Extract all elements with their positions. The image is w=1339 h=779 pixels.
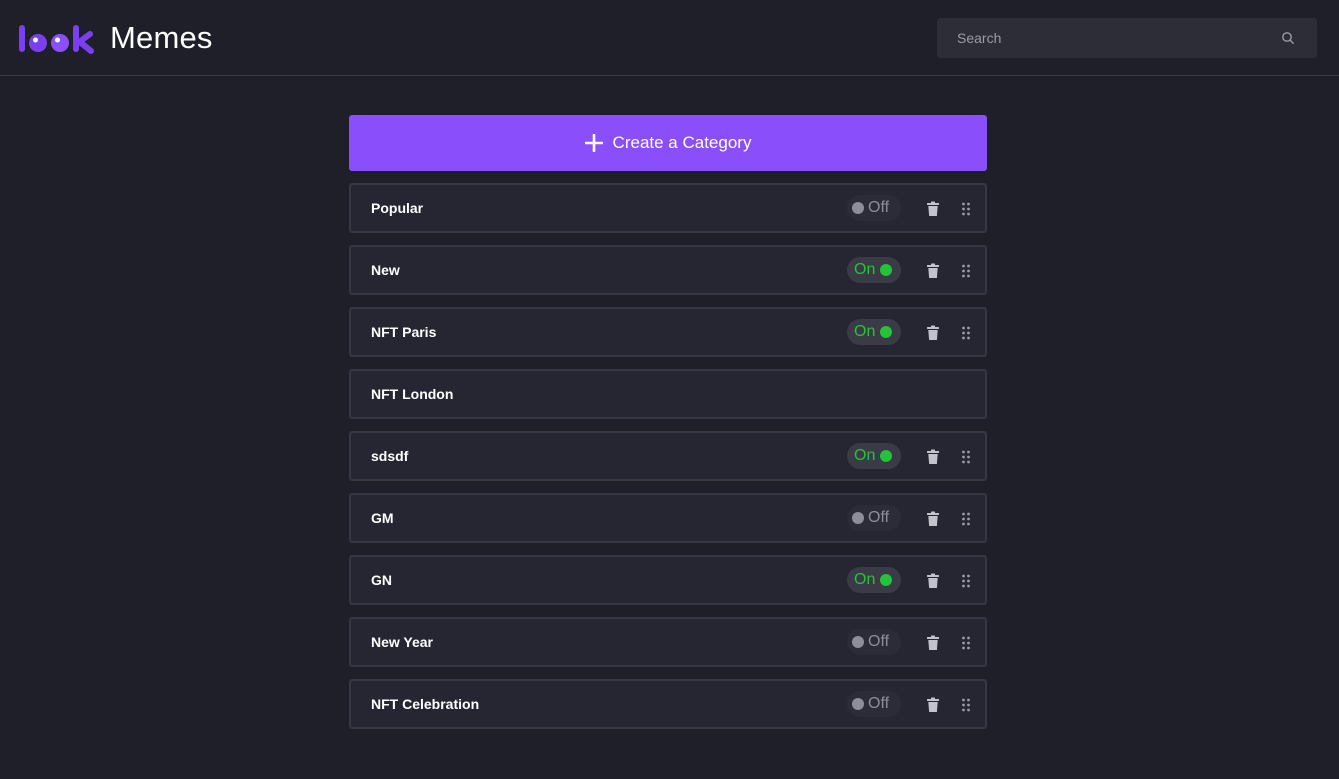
category-status-toggle[interactable]: Off [847, 691, 901, 717]
category-row[interactable]: sdsdf On [349, 431, 987, 481]
look-logo-icon [19, 25, 94, 54]
trash-icon[interactable] [926, 511, 940, 527]
brand[interactable]: Memes [18, 20, 213, 56]
status-dot-icon [852, 202, 864, 214]
status-dot-icon [852, 636, 864, 648]
trash-icon[interactable] [926, 573, 940, 589]
category-row[interactable]: NFT Paris On [349, 307, 987, 357]
category-status-toggle[interactable]: On [847, 443, 901, 469]
category-row[interactable]: Popular Off [349, 183, 987, 233]
category-row[interactable]: NFT London [349, 369, 987, 419]
main-content: Create a Category Popular Off New On NFT Par… [349, 115, 987, 741]
trash-icon[interactable] [926, 635, 940, 651]
brand-name: Memes [110, 20, 213, 55]
drag-handle-icon[interactable] [961, 450, 971, 464]
status-dot-icon [880, 574, 893, 586]
drag-handle-icon[interactable] [961, 698, 971, 712]
category-name: New [371, 262, 400, 278]
search-input[interactable] [937, 18, 1267, 58]
search-icon[interactable] [1281, 31, 1295, 45]
top-header: Memes [0, 0, 1339, 76]
drag-handle-icon[interactable] [961, 636, 971, 650]
toggle-label: Off [868, 509, 890, 526]
category-name: NFT Celebration [371, 696, 480, 712]
category-name: NFT Paris [371, 324, 437, 340]
category-name: sdsdf [371, 448, 409, 464]
plus-icon [584, 134, 603, 152]
category-status-toggle[interactable]: On [847, 319, 901, 345]
toggle-label: Off [868, 633, 890, 650]
category-name: GM [371, 510, 394, 526]
category-status-toggle[interactable]: Off [847, 195, 901, 221]
status-dot-icon [880, 264, 893, 276]
category-row[interactable]: GN On [349, 555, 987, 605]
status-dot-icon [852, 698, 864, 710]
category-row[interactable]: GM Off [349, 493, 987, 543]
status-dot-icon [880, 450, 893, 462]
category-status-toggle[interactable]: Off [847, 629, 901, 655]
category-row[interactable]: New Year Off [349, 617, 987, 667]
category-name: NFT London [371, 386, 454, 402]
drag-handle-icon[interactable] [961, 512, 971, 526]
drag-handle-icon[interactable] [961, 326, 971, 340]
trash-icon[interactable] [926, 325, 940, 341]
drag-handle-icon[interactable] [961, 264, 971, 278]
category-name: New Year [371, 634, 434, 650]
drag-handle-icon[interactable] [961, 202, 971, 216]
trash-icon[interactable] [926, 201, 940, 217]
category-name: GN [371, 572, 392, 588]
status-dot-icon [852, 512, 864, 524]
category-status-toggle[interactable]: Off [847, 505, 901, 531]
drag-handle-icon[interactable] [961, 574, 971, 588]
category-status-toggle[interactable]: On [847, 257, 901, 283]
toggle-label: Off [868, 199, 890, 216]
search-box [937, 18, 1317, 58]
create-category-label: Create a Category [612, 133, 752, 152]
category-row[interactable]: New On [349, 245, 987, 295]
status-dot-icon [880, 326, 893, 338]
toggle-label: On [854, 447, 876, 464]
trash-icon[interactable] [926, 449, 940, 465]
create-category-button[interactable]: Create a Category [349, 115, 987, 171]
toggle-label: On [854, 261, 876, 278]
toggle-label: On [854, 323, 876, 340]
category-list: Popular Off New On NFT Paris On NFT London sdsd… [349, 183, 987, 729]
category-name: Popular [371, 200, 424, 216]
trash-icon[interactable] [926, 263, 940, 279]
trash-icon[interactable] [926, 697, 940, 713]
toggle-label: Off [868, 695, 890, 712]
category-row[interactable]: NFT Celebration Off [349, 679, 987, 729]
toggle-label: On [854, 571, 876, 588]
category-status-toggle[interactable]: On [847, 567, 901, 593]
